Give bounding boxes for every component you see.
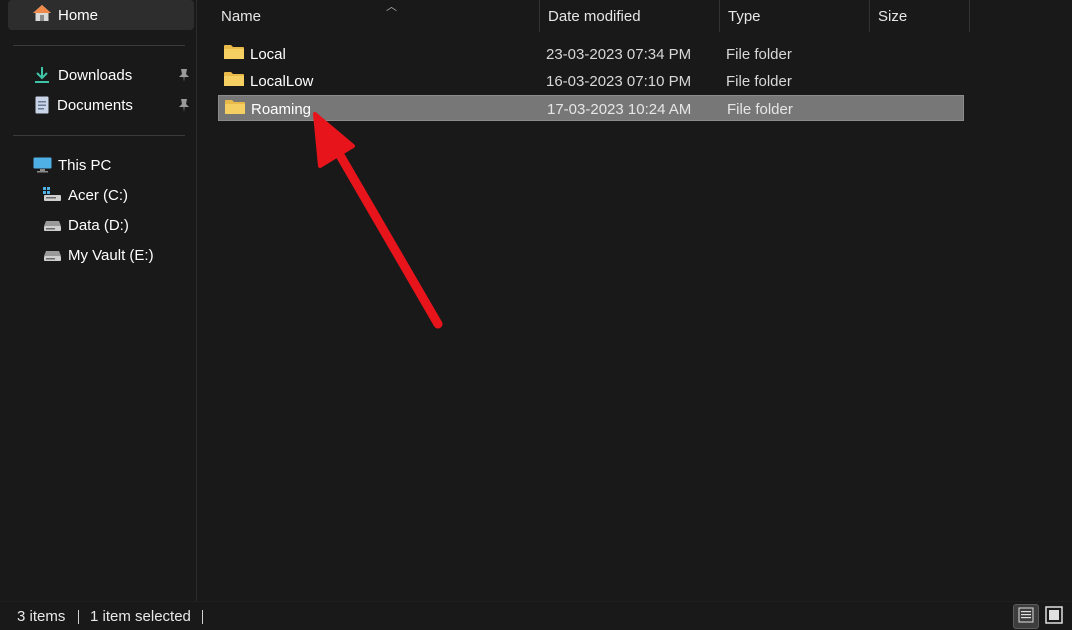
download-icon xyxy=(34,66,50,84)
large-icons-view-icon xyxy=(1045,605,1063,628)
column-header-label: Name xyxy=(221,7,262,25)
item-count: 3 items xyxy=(17,608,66,625)
status-separator xyxy=(78,610,79,624)
file-row-roaming[interactable]: Roaming 17-03-2023 10:24 AM File folder xyxy=(218,95,964,121)
pin-icon[interactable] xyxy=(178,68,190,82)
sidebar-divider xyxy=(13,135,185,136)
file-name-cell: Local xyxy=(224,41,286,67)
sidebar-item-label: My Vault (E:) xyxy=(68,246,154,264)
sidebar-item-this-pc[interactable]: This PC xyxy=(8,150,194,180)
details-view-button[interactable] xyxy=(1013,604,1039,629)
sidebar-divider xyxy=(13,45,185,46)
file-type: File folder xyxy=(726,45,792,63)
file-list-pane: Name ︿ Date modified Type Size Local 23-… xyxy=(198,0,1072,601)
column-header-type[interactable]: Type xyxy=(720,0,870,32)
drive-icon xyxy=(43,247,62,263)
home-icon xyxy=(32,4,52,26)
sidebar-item-label: This PC xyxy=(58,156,112,174)
system-drive-icon xyxy=(43,187,62,203)
sidebar-item-drive-d[interactable]: Data (D:) xyxy=(8,210,194,240)
selection-status: 1 item selected xyxy=(90,608,191,625)
navigation-pane: Home Downloads Documents This PC Acer (C… xyxy=(0,0,197,601)
column-header-date-modified[interactable]: Date modified xyxy=(540,0,720,32)
column-header-label: Type xyxy=(728,7,761,25)
status-separator xyxy=(202,610,203,624)
sidebar-item-label: Acer (C:) xyxy=(68,186,128,204)
details-view-icon xyxy=(1018,607,1034,627)
file-name: LocalLow xyxy=(250,72,314,90)
file-row-locallow[interactable]: LocalLow 16-03-2023 07:10 PM File folder xyxy=(218,68,964,94)
file-type: File folder xyxy=(726,72,792,90)
file-name: Local xyxy=(250,45,286,63)
sort-ascending-icon: ︿ xyxy=(386,1,397,13)
document-icon xyxy=(35,96,49,114)
file-name-cell: Roaming xyxy=(225,96,311,122)
pin-icon[interactable] xyxy=(178,98,190,112)
sidebar-item-downloads[interactable]: Downloads xyxy=(8,60,194,90)
drive-icon xyxy=(43,217,62,233)
sidebar-item-drive-c[interactable]: Acer (C:) xyxy=(8,180,194,210)
sidebar-item-label: Downloads xyxy=(58,66,133,84)
file-type: File folder xyxy=(727,100,793,118)
file-date-modified: 23-03-2023 07:34 PM xyxy=(546,45,692,63)
column-header-size[interactable]: Size xyxy=(870,0,970,32)
sidebar-item-drive-e[interactable]: My Vault (E:) xyxy=(8,240,194,270)
file-name: Roaming xyxy=(251,100,312,118)
sidebar-item-label: Data (D:) xyxy=(68,216,129,234)
file-row-local[interactable]: Local 23-03-2023 07:34 PM File folder xyxy=(218,41,964,67)
file-date-modified: 17-03-2023 10:24 AM xyxy=(547,100,692,118)
computer-icon xyxy=(33,157,52,173)
folder-icon xyxy=(224,44,244,64)
folder-icon xyxy=(225,99,245,119)
column-header-label: Size xyxy=(878,7,908,25)
sidebar-item-label: Documents xyxy=(57,96,133,114)
column-header-label: Date modified xyxy=(548,7,641,25)
sidebar-item-label: Home xyxy=(58,6,99,24)
sidebar-item-home[interactable]: Home xyxy=(8,0,194,30)
file-name-cell: LocalLow xyxy=(224,68,313,94)
sidebar-item-documents[interactable]: Documents xyxy=(8,90,194,120)
column-header-name[interactable]: Name ︿ xyxy=(213,0,540,32)
large-icons-view-button[interactable] xyxy=(1041,604,1067,629)
status-bar: 3 items 1 item selected xyxy=(0,601,1072,630)
file-date-modified: 16-03-2023 07:10 PM xyxy=(546,72,692,90)
folder-icon xyxy=(224,71,244,91)
